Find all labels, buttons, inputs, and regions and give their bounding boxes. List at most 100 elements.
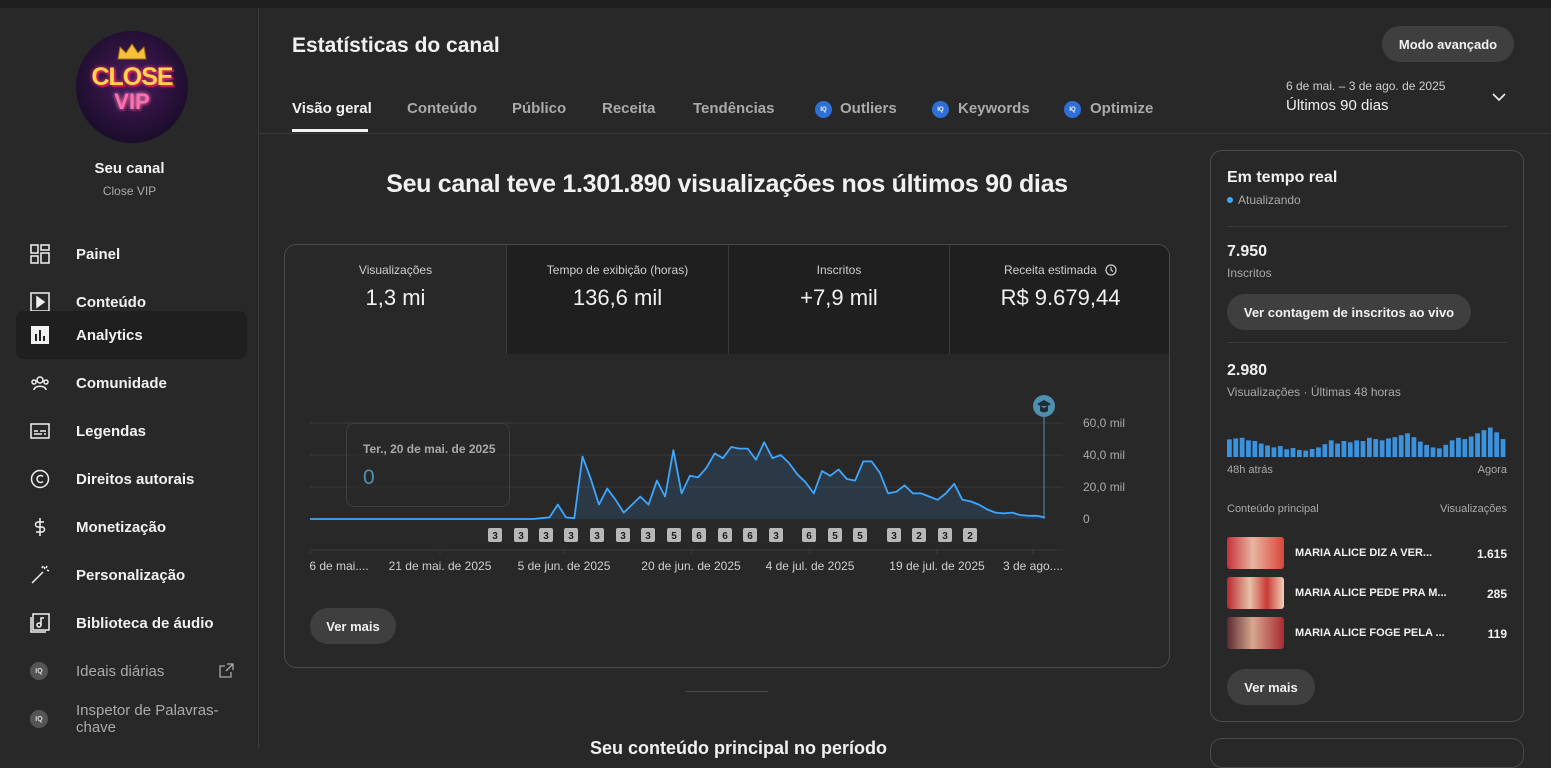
tab-outliers[interactable]: Outliers xyxy=(840,100,897,117)
metric-value: R$ 9.679,44 xyxy=(1000,285,1121,310)
page-title: Estatísticas do canal xyxy=(292,34,500,57)
community-icon xyxy=(31,376,49,391)
advanced-mode-button[interactable]: Modo avançado xyxy=(1382,26,1514,62)
live-subscriber-count-button[interactable]: Ver contagem de inscritos ao vivo xyxy=(1227,294,1471,330)
metric-revenue[interactable]: Receita estimada R$ 9.679,44 xyxy=(949,245,1169,354)
tab-tendencias[interactable]: Tendências xyxy=(693,100,774,117)
realtime-bar xyxy=(1367,437,1372,457)
metric-label: Tempo de exibição (horas) xyxy=(546,263,689,277)
top-content-views-header: Visualizações xyxy=(1439,503,1507,515)
divider xyxy=(1227,342,1507,343)
realtime-axis-start: 48h atrás xyxy=(1227,464,1273,476)
video-annotation-count: 3 xyxy=(594,531,600,542)
video-annotation-count: 3 xyxy=(492,531,498,542)
realtime-bar xyxy=(1303,450,1309,457)
sidebar-item-label: Personalização xyxy=(76,566,186,584)
sidebar-item-personalizacao[interactable]: Personalização xyxy=(16,551,247,599)
realtime-bar xyxy=(1265,445,1270,457)
video-annotation-count: 3 xyxy=(543,531,549,542)
realtime-bar xyxy=(1379,440,1385,457)
x-tick-label: 19 de jul. de 2025 xyxy=(889,559,985,573)
sidebar-item-label: Painel xyxy=(76,245,121,263)
channel-avatar[interactable]: CLOSE VIP xyxy=(76,31,188,143)
video-annotation-count: 6 xyxy=(722,531,728,542)
video-annotation-count: 3 xyxy=(942,531,948,542)
sidebar: CLOSE VIP Seu canal Close VIP Painel Con… xyxy=(0,8,259,749)
tab-visao-geral[interactable]: Visão geral xyxy=(292,100,372,117)
realtime-bar xyxy=(1328,440,1334,457)
realtime-bar xyxy=(1443,444,1449,457)
tab-receita[interactable]: Receita xyxy=(602,100,655,117)
metric-watch-time[interactable]: Tempo de exibição (horas) 136,6 mil xyxy=(506,245,728,354)
sidebar-item-painel[interactable]: Painel xyxy=(16,230,247,278)
realtime-bar xyxy=(1405,433,1410,457)
video-views: 119 xyxy=(1487,627,1507,641)
overview-card: Visualizações 1,3 mi Tempo de exibição (… xyxy=(284,244,1170,668)
metric-views[interactable]: Visualizações 1,3 mi xyxy=(285,245,506,354)
metric-value: 136,6 mil xyxy=(572,285,663,310)
logo-text-vip: VIP xyxy=(114,89,150,114)
vidiq-icon: IQ xyxy=(932,101,949,118)
sidebar-item-label: Ideais diárias xyxy=(76,662,165,680)
external-link-icon xyxy=(219,663,234,678)
realtime-bar xyxy=(1290,448,1296,457)
sidebar-item-ideias-diarias[interactable]: IQ Ideais diárias xyxy=(16,647,247,695)
realtime-see-more-button[interactable]: Ver mais xyxy=(1227,669,1315,705)
video-icon xyxy=(30,292,50,312)
realtime-views-label: Visualizações · Últimas 48 horas xyxy=(1227,385,1401,399)
realtime-bar xyxy=(1437,448,1442,457)
realtime-views-bars[interactable] xyxy=(1227,425,1507,457)
video-title: MARIA ALICE FOGE PELA ... xyxy=(1295,627,1445,639)
top-content-row[interactable]: MARIA ALICE DIZ A VER... 1.615 xyxy=(1227,537,1507,569)
realtime-status-text: Atualizando xyxy=(1238,193,1301,207)
realtime-bar xyxy=(1398,435,1404,457)
top-content-row[interactable]: MARIA ALICE FOGE PELA ... 119 xyxy=(1227,617,1507,649)
tooltip-date: Ter., 20 de mai. de 2025 xyxy=(363,442,496,456)
realtime-subscribers: 7.950 xyxy=(1227,243,1268,260)
sidebar-item-biblioteca-audio[interactable]: Biblioteca de áudio xyxy=(16,599,247,647)
vidiq-icon: IQ xyxy=(815,101,832,118)
realtime-bar xyxy=(1373,439,1379,457)
tab-publico[interactable]: Público xyxy=(512,100,566,117)
top-content-header: Conteúdo principal xyxy=(1227,503,1319,515)
sidebar-item-direitos-autorais[interactable]: Direitos autorais xyxy=(16,455,247,503)
realtime-views: 2.980 xyxy=(1227,362,1268,379)
top-content-row[interactable]: MARIA ALICE PEDE PRA M... 285 xyxy=(1227,577,1507,609)
chevron-down-icon[interactable] xyxy=(1490,90,1508,104)
tooltip-value: 0 xyxy=(363,466,375,489)
sidebar-item-inspetor-palavras[interactable]: IQ Inspetor de Palavras-chave xyxy=(16,695,247,743)
realtime-subscribers-label: Inscritos xyxy=(1227,266,1272,280)
see-more-button[interactable]: Ver mais xyxy=(310,608,396,644)
dashboard-icon xyxy=(30,244,50,264)
realtime-bar xyxy=(1341,441,1347,457)
sidebar-item-analytics[interactable]: Analytics xyxy=(16,311,247,359)
subtitles-icon xyxy=(30,423,50,439)
date-range-label[interactable]: Últimos 90 dias xyxy=(1286,97,1389,114)
y-tick-label: 20,0 mil xyxy=(1083,480,1125,494)
realtime-bar xyxy=(1335,443,1340,457)
views-chart[interactable]: 60,0 mil 40,0 mil 20,0 mil 0 3 3 3 3 3 3 3 5 6 6 6 3 6 5 5… xyxy=(285,354,1170,668)
realtime-bar xyxy=(1258,443,1264,457)
realtime-bar xyxy=(1246,440,1251,457)
realtime-bar xyxy=(1271,447,1277,457)
sidebar-item-label: Inspetor de Palavras-chave xyxy=(76,702,219,736)
video-annotation-count: 5 xyxy=(857,531,863,542)
video-annotation-count: 3 xyxy=(518,531,524,542)
realtime-axis-end: Agora xyxy=(1477,464,1507,476)
realtime-card: Em tempo real Atualizando 7.950 Inscrito… xyxy=(1210,150,1524,722)
date-range-text[interactable]: 6 de mai. – 3 de ago. de 2025 xyxy=(1286,79,1445,93)
tab-optimize[interactable]: Optimize xyxy=(1090,100,1153,117)
realtime-bar xyxy=(1481,430,1487,457)
active-tab-indicator xyxy=(292,129,368,132)
metric-subscribers[interactable]: Inscritos +7,9 mil xyxy=(728,245,949,354)
sidebar-item-monetizacao[interactable]: Monetização xyxy=(16,503,247,551)
sidebar-item-label: Analytics xyxy=(76,326,143,344)
metric-label: Inscritos xyxy=(816,263,862,277)
x-tick-label: 21 de mai. de 2025 xyxy=(389,559,492,573)
metric-label: Receita estimada xyxy=(950,263,1169,277)
tab-conteudo[interactable]: Conteúdo xyxy=(407,100,477,117)
sidebar-item-comunidade[interactable]: Comunidade xyxy=(16,359,247,407)
realtime-bar xyxy=(1252,441,1258,457)
tab-keywords[interactable]: Keywords xyxy=(958,100,1030,117)
sidebar-item-legendas[interactable]: Legendas xyxy=(16,407,247,455)
